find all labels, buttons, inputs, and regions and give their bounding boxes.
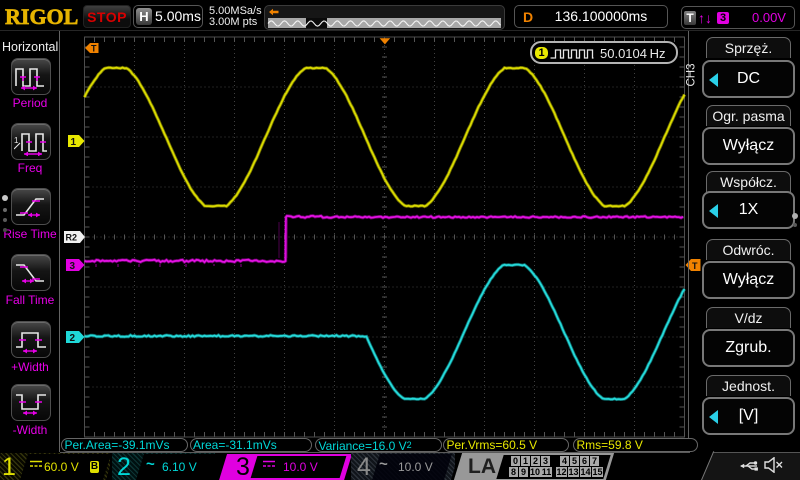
svg-text:3: 3 xyxy=(70,261,76,272)
svg-text:1: 1 xyxy=(71,137,77,148)
svg-text:1: 1 xyxy=(14,136,19,145)
svg-text:2: 2 xyxy=(70,333,76,344)
svg-text:T: T xyxy=(91,44,97,54)
svg-text:T: T xyxy=(692,261,698,271)
svg-text:R2: R2 xyxy=(66,233,78,243)
